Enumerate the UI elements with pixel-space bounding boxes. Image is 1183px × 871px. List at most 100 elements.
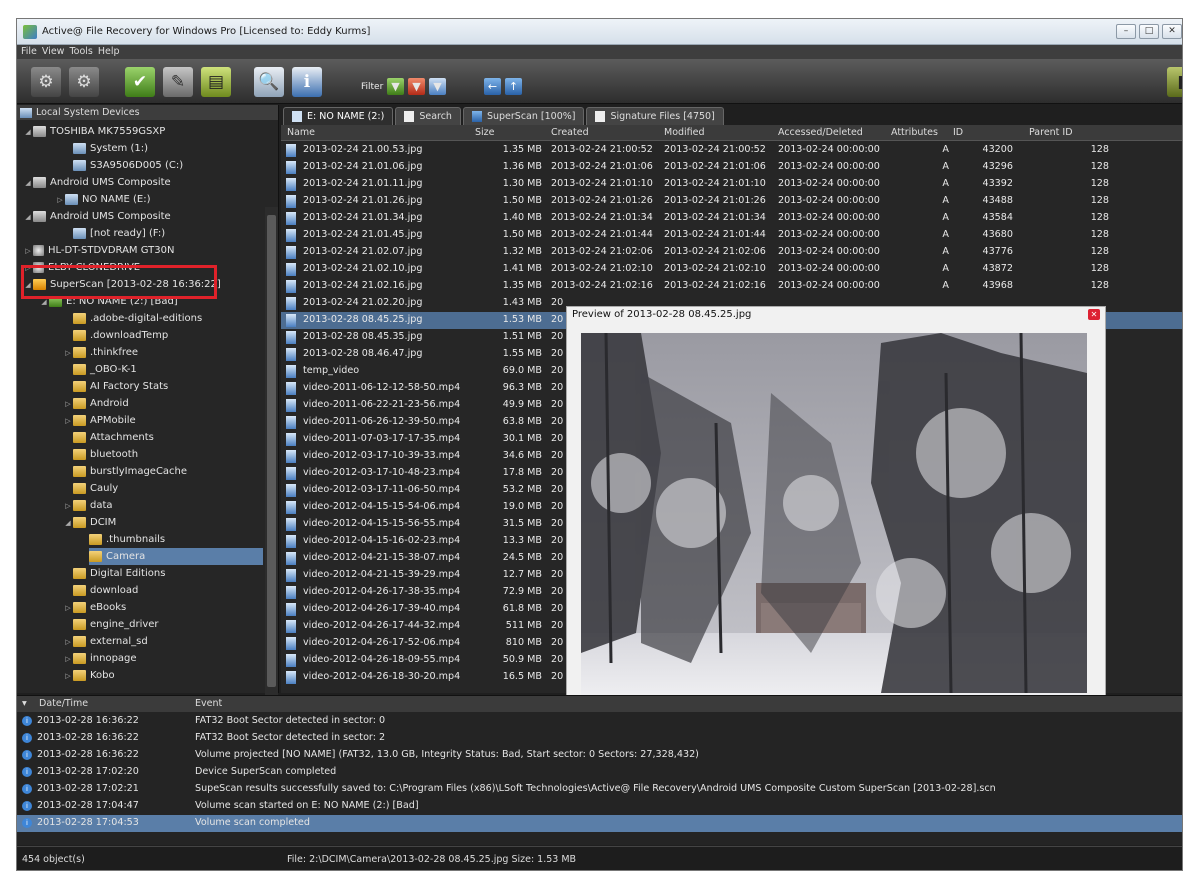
column-accessed[interactable]: Accessed/Deleted [778, 127, 863, 138]
expand-arrow-icon[interactable]: ▷ [63, 400, 73, 408]
info-button[interactable]: ℹ [292, 67, 322, 97]
maximize-button[interactable]: □ [1139, 24, 1159, 39]
open-scan-button[interactable]: ✎ [163, 67, 193, 97]
file-row[interactable]: 2013-02-24 21.01.34.jpg 1.40 MB 2013-02-24… [281, 210, 1182, 227]
tree-folder[interactable]: ▷ APMobile [63, 412, 136, 429]
filter-existing-button[interactable]: ▼ [387, 78, 404, 95]
expand-arrow-icon[interactable]: ▷ [63, 655, 73, 663]
column-event[interactable]: Event [195, 698, 222, 709]
tree-folder[interactable]: ▷ Kobo [63, 667, 115, 684]
scrollbar-thumb[interactable] [267, 215, 276, 687]
recover-button[interactable]: ✔ [125, 67, 155, 97]
minimize-button[interactable]: – [1116, 24, 1136, 39]
close-icon[interactable]: ✕ [1088, 309, 1100, 320]
tree-folder[interactable]: bluetooth [73, 446, 138, 463]
file-row[interactable]: 2013-02-24 21.01.45.jpg 1.50 MB 2013-02-24… [281, 227, 1182, 244]
log-row[interactable]: i 2013-02-28 17:02:21 SupeScan results suc… [17, 781, 1182, 798]
filter-files-button[interactable]: ▼ [429, 78, 446, 95]
scan-button[interactable]: ⚙ [31, 67, 61, 97]
cell-size: 810 MB [505, 637, 542, 648]
tree-item-f-drive[interactable]: [not ready] (F:) [73, 225, 165, 242]
tree-folder[interactable]: burstlyImageCache [73, 463, 187, 480]
tree-folder[interactable]: AI Factory Stats [73, 378, 168, 395]
tab-volume[interactable]: E: NO NAME (2:) [283, 107, 394, 125]
tree-item-c-drive[interactable]: S3A9506D005 (C:) [73, 157, 183, 174]
log-row-selected[interactable]: i 2013-02-28 17:04:53 Volume scan complete… [17, 815, 1182, 832]
menu-tools[interactable]: Tools [69, 45, 92, 59]
expand-arrow-icon[interactable]: ▷ [63, 638, 73, 646]
tab-signature-files[interactable]: Signature Files [4750] [586, 107, 724, 125]
log-row[interactable]: i 2013-02-28 17:02:20 Device SuperScan com… [17, 764, 1182, 781]
tree-folder[interactable]: ▷ innopage [63, 650, 137, 667]
tree-folder[interactable]: _OBO-K-1 [73, 361, 137, 378]
tree-folder[interactable]: .downloadTemp [73, 327, 168, 344]
expand-arrow-icon[interactable]: ▷ [63, 672, 73, 680]
column-name[interactable]: Name [287, 127, 315, 138]
column-created[interactable]: Created [551, 127, 589, 138]
tree-folder[interactable]: Attachments [73, 429, 154, 446]
expand-arrow-icon[interactable]: ▷ [23, 247, 33, 255]
tree-folder[interactable]: ▷ external_sd [63, 633, 148, 650]
expand-arrow-icon[interactable]: ▷ [63, 502, 73, 510]
tree-folder[interactable]: engine_driver [73, 616, 159, 633]
expand-arrow-icon[interactable]: ◢ [23, 179, 33, 187]
menu-help[interactable]: Help [98, 45, 120, 59]
tab-superscan[interactable]: SuperScan [100%] [462, 107, 585, 125]
expand-arrow-icon[interactable]: ◢ [23, 128, 33, 136]
tree-folder[interactable]: Cauly [73, 480, 118, 497]
app-window: Active@ File Recovery for Windows Pro [L… [16, 18, 1183, 871]
expand-arrow-icon[interactable]: ◢ [63, 519, 73, 527]
chart-button[interactable]: ▮ [1167, 67, 1182, 97]
column-datetime[interactable]: Date/Time [39, 698, 88, 709]
tree-folder[interactable]: download [73, 582, 138, 599]
tree-folder[interactable]: Digital Editions [73, 565, 165, 582]
up-button[interactable]: ↑ [505, 78, 522, 95]
back-button[interactable]: ← [484, 78, 501, 95]
tree-item-no-name-e[interactable]: ▷ NO NAME (E:) [55, 191, 150, 208]
tree-item-dvd[interactable]: ▷ HL-DT-STDVDRAM GT30N [23, 242, 174, 259]
tree-folder[interactable]: ▷ eBooks [63, 599, 126, 616]
log-row[interactable]: i 2013-02-28 16:36:22 FAT32 Boot Sector de… [17, 713, 1182, 730]
superscan-button[interactable]: ⚙ [69, 67, 99, 97]
tree-item-android-1[interactable]: ◢ Android UMS Composite [23, 174, 171, 191]
tree-scrollbar[interactable] [265, 207, 278, 777]
file-row[interactable]: 2013-02-24 21.01.11.jpg 1.30 MB 2013-02-24… [281, 176, 1182, 193]
expand-arrow-icon[interactable]: ◢ [23, 213, 33, 221]
expand-arrow-icon[interactable]: ▷ [63, 349, 73, 357]
file-row[interactable]: 2013-02-24 21.00.53.jpg 1.35 MB 2013-02-24… [281, 142, 1182, 159]
column-parent-id[interactable]: Parent ID [1029, 127, 1073, 138]
tree-folder[interactable]: ▷ .thinkfree [63, 344, 138, 361]
tree-folder[interactable]: ▷ data [63, 497, 113, 514]
tree-folder[interactable]: .thumbnails [89, 531, 165, 548]
log-row[interactable]: i 2013-02-28 16:36:22 Volume projected [NO… [17, 747, 1182, 764]
tree-folder-dcim[interactable]: ◢ DCIM [63, 514, 116, 531]
expand-arrow-icon[interactable]: ▷ [63, 417, 73, 425]
tree-item-toshiba[interactable]: ◢ TOSHIBA MK7559GSXP [23, 123, 165, 140]
tree-item-system[interactable]: System (1:) [73, 140, 148, 157]
file-row[interactable]: 2013-02-24 21.01.06.jpg 1.36 MB 2013-02-24… [281, 159, 1182, 176]
close-button[interactable]: ✕ [1162, 24, 1182, 39]
menu-file[interactable]: File [21, 45, 37, 59]
expand-arrow-icon[interactable]: ▷ [63, 604, 73, 612]
filter-deleted-button[interactable]: ▼ [408, 78, 425, 95]
column-attributes[interactable]: Attributes [891, 127, 938, 138]
log-row[interactable]: i 2013-02-28 17:04:47 Volume scan started … [17, 798, 1182, 815]
file-row[interactable]: 2013-02-24 21.02.16.jpg 1.35 MB 2013-02-24… [281, 278, 1182, 295]
column-size[interactable]: Size [475, 127, 495, 138]
preview-title-bar[interactable]: Preview of 2013-02-28 08.45.25.jpg ✕ [567, 307, 1105, 323]
log-row[interactable]: i 2013-02-28 16:36:22 FAT32 Boot Sector de… [17, 730, 1182, 747]
tree-folder[interactable]: .adobe-digital-editions [73, 310, 202, 327]
save-scan-button[interactable]: ▤ [201, 67, 231, 97]
column-modified[interactable]: Modified [664, 127, 705, 138]
tab-search[interactable]: Search [395, 107, 461, 125]
tree-folder-camera[interactable]: Camera [89, 548, 263, 565]
file-row[interactable]: 2013-02-24 21.02.10.jpg 1.41 MB 2013-02-24… [281, 261, 1182, 278]
preview-button[interactable]: 🔍 [254, 67, 284, 97]
expand-arrow-icon[interactable]: ▷ [55, 196, 65, 204]
menu-view[interactable]: View [42, 45, 65, 59]
file-row[interactable]: 2013-02-24 21.01.26.jpg 1.50 MB 2013-02-24… [281, 193, 1182, 210]
column-id[interactable]: ID [953, 127, 963, 138]
tree-folder[interactable]: ▷ Android [63, 395, 129, 412]
file-row[interactable]: 2013-02-24 21.02.07.jpg 1.32 MB 2013-02-24… [281, 244, 1182, 261]
tree-item-android-2[interactable]: ◢ Android UMS Composite [23, 208, 171, 225]
